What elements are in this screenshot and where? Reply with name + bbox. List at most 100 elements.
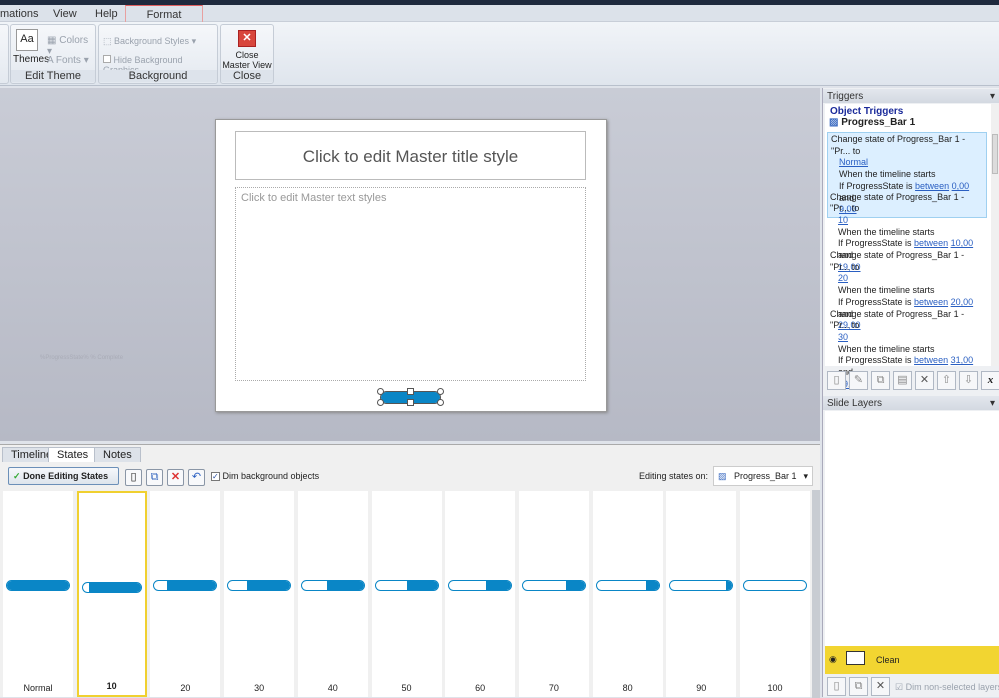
progress-fill bbox=[566, 581, 585, 590]
triggers-header: Triggers ▾ bbox=[823, 89, 999, 103]
progress-bar-preview bbox=[153, 580, 218, 591]
low-value-link[interactable]: 20,00 bbox=[951, 297, 974, 307]
layer-name: Clean bbox=[876, 655, 900, 665]
menu-help[interactable]: Help bbox=[95, 8, 118, 20]
state-thumbnail[interactable]: 90 bbox=[666, 491, 737, 697]
delete-state-icon[interactable]: ✕ bbox=[167, 469, 184, 486]
trigger-when: When the timeline starts bbox=[838, 226, 935, 237]
trigger-state-link[interactable]: 20 bbox=[838, 273, 848, 283]
menu-animations[interactable]: mations bbox=[0, 8, 39, 20]
ribbon-group-background: ⬚ Background Styles ▾ Hide Background Gr… bbox=[98, 24, 218, 84]
tab-notes[interactable]: Notes bbox=[94, 447, 141, 462]
layer-thumbnail bbox=[846, 651, 865, 665]
variables-icon[interactable]: x bbox=[981, 371, 999, 390]
check-icon: ✓ bbox=[13, 471, 21, 481]
state-thumbnail[interactable]: 10 bbox=[76, 491, 147, 697]
progress-fill bbox=[7, 581, 69, 590]
right-panel: Triggers ▾ Object Triggers ▨ Progress_Bar… bbox=[822, 88, 999, 697]
low-value-link[interactable]: 0,00 bbox=[952, 181, 970, 191]
dim-layers-checkbox[interactable]: ☑ Dim non-selected layers bbox=[895, 682, 999, 693]
state-thumbnail[interactable]: 40 bbox=[297, 491, 368, 697]
progress-fill bbox=[646, 581, 659, 590]
state-thumbnail[interactable]: 100 bbox=[740, 491, 810, 697]
editing-states-dropdown[interactable]: ▨ Progress_Bar 1 ▾ bbox=[713, 466, 813, 486]
state-label: 40 bbox=[327, 683, 338, 693]
chevron-down-icon[interactable]: ▾ bbox=[990, 91, 995, 102]
state-thumbnail[interactable]: Normal bbox=[3, 491, 73, 697]
state-label: 60 bbox=[475, 683, 486, 693]
chevron-down-icon[interactable]: ▾ bbox=[990, 398, 995, 409]
state-thumbnail[interactable]: 80 bbox=[592, 491, 663, 697]
trigger-state-link[interactable]: 10 bbox=[838, 215, 848, 225]
state-label: 90 bbox=[696, 683, 707, 693]
progress-bar-preview bbox=[374, 580, 439, 591]
colors-button[interactable]: ▦ Colors ▾ bbox=[47, 35, 95, 57]
triggers-scrollbar[interactable] bbox=[991, 104, 999, 366]
progress-bar-preview bbox=[6, 580, 70, 591]
low-value-link[interactable]: 10,00 bbox=[951, 238, 974, 248]
menu-view[interactable]: View bbox=[53, 8, 77, 20]
delete-layer-icon[interactable]: ✕ bbox=[871, 677, 890, 696]
delete-trigger-icon[interactable]: ✕ bbox=[915, 371, 934, 390]
base-layer-row[interactable]: ◉ Clean bbox=[825, 646, 999, 674]
chevron-down-icon: ▾ bbox=[803, 471, 808, 481]
progress-fill bbox=[326, 581, 364, 590]
resize-handle[interactable] bbox=[437, 388, 444, 395]
background-styles-button[interactable]: ⬚ Background Styles ▾ bbox=[103, 36, 196, 47]
trigger-state-link[interactable]: Normal bbox=[839, 157, 868, 167]
trigger-condition: If ProgressState is bbox=[838, 296, 912, 307]
state-thumbnail[interactable]: 50 bbox=[371, 491, 442, 697]
new-state-icon[interactable]: ▯ bbox=[125, 469, 142, 486]
editing-states-label: Editing states on: bbox=[639, 471, 709, 481]
duplicate-state-icon[interactable]: ⧉ bbox=[146, 469, 163, 486]
close-master-view-button[interactable]: Close Master View bbox=[221, 50, 273, 70]
state-thumbnail[interactable]: 70 bbox=[518, 491, 589, 697]
state-thumbnail[interactable]: 30 bbox=[224, 491, 295, 697]
dim-background-checkbox[interactable]: ✓ Dim background objects bbox=[211, 471, 319, 481]
ribbon-group-edit-theme: Aa Themes ▦ Colors ▾ A Fonts ▾ Edit Them… bbox=[10, 24, 96, 84]
operator-link[interactable]: between bbox=[915, 181, 949, 191]
object-icon: ▨ bbox=[829, 117, 839, 128]
tab-states[interactable]: States bbox=[48, 447, 98, 462]
low-value-link[interactable]: 31,00 bbox=[951, 355, 974, 365]
operator-link[interactable]: between bbox=[914, 238, 948, 248]
move-down-icon[interactable]: ⇩ bbox=[959, 371, 978, 390]
trigger-condition: If ProgressState is bbox=[838, 355, 912, 366]
trigger-state-link[interactable]: 30 bbox=[838, 332, 848, 342]
copy-trigger-icon[interactable]: ⧉ bbox=[871, 371, 890, 390]
title-placeholder[interactable]: Click to edit Master title style bbox=[235, 131, 586, 180]
state-label: Normal bbox=[23, 683, 53, 693]
scrollbar[interactable] bbox=[812, 490, 820, 698]
checkbox-icon: ✓ bbox=[211, 472, 220, 481]
resize-handle[interactable] bbox=[437, 399, 444, 406]
operator-link[interactable]: between bbox=[914, 297, 948, 307]
progress-bar-preview bbox=[595, 580, 660, 591]
menu-format[interactable]: Format bbox=[125, 5, 203, 22]
reset-state-icon[interactable]: ↶ bbox=[188, 469, 205, 486]
resize-handle[interactable] bbox=[407, 399, 414, 406]
done-editing-states-button[interactable]: ✓ Done Editing States bbox=[8, 467, 119, 485]
text-placeholder[interactable]: Click to edit Master text styles bbox=[235, 187, 586, 381]
layers-list bbox=[825, 411, 999, 646]
operator-link[interactable]: between bbox=[914, 355, 948, 365]
trigger-condition: If ProgressState is bbox=[839, 180, 913, 191]
move-up-icon[interactable]: ⇧ bbox=[937, 371, 956, 390]
close-icon[interactable]: ✕ bbox=[238, 30, 256, 47]
eye-icon[interactable]: ◉ bbox=[829, 654, 837, 665]
themes-icon[interactable]: Aa bbox=[16, 29, 38, 51]
new-trigger-icon[interactable]: ▯ bbox=[827, 371, 846, 390]
resize-handle[interactable] bbox=[377, 399, 384, 406]
state-thumbnail[interactable]: 20 bbox=[150, 491, 221, 697]
fonts-button[interactable]: A Fonts ▾ bbox=[47, 55, 89, 66]
background-label: Background bbox=[99, 70, 217, 82]
edit-trigger-icon[interactable]: ✎ bbox=[849, 371, 868, 390]
resize-handle[interactable] bbox=[377, 388, 384, 395]
resize-handle[interactable] bbox=[407, 388, 414, 395]
state-thumbnail[interactable]: 60 bbox=[445, 491, 516, 697]
new-layer-icon[interactable]: ▯ bbox=[827, 677, 846, 696]
object-triggers-heading: Object Triggers bbox=[830, 106, 904, 117]
paste-trigger-icon[interactable]: ▤ bbox=[893, 371, 912, 390]
progress-fill bbox=[246, 581, 291, 590]
duplicate-layer-icon[interactable]: ⧉ bbox=[849, 677, 868, 696]
themes-button[interactable]: Themes bbox=[13, 54, 49, 65]
